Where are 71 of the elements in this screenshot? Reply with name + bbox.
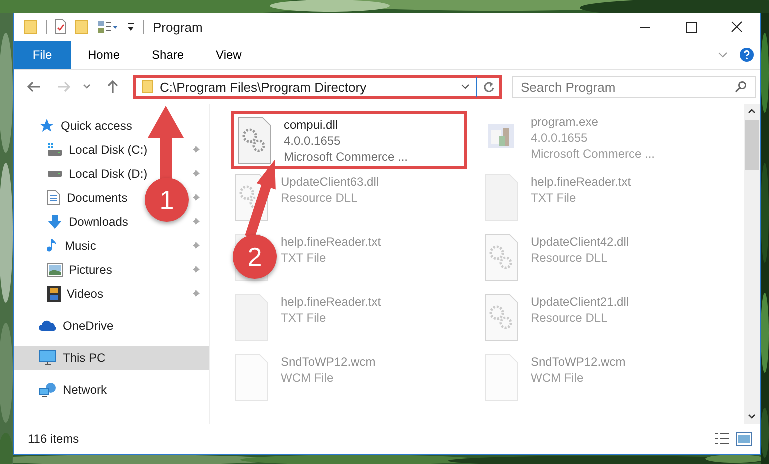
file-detail: Resource DLL bbox=[531, 250, 609, 266]
new-folder-icon[interactable] bbox=[75, 19, 89, 35]
document-icon bbox=[47, 190, 61, 206]
file-detail: 4.0.0.1655 bbox=[284, 133, 342, 149]
ribbon-tab[interactable]: Share bbox=[137, 43, 200, 67]
file-name[interactable]: compui.dll bbox=[284, 117, 408, 133]
view-icon[interactable] bbox=[97, 20, 119, 34]
expand-ribbon-icon[interactable] bbox=[718, 52, 728, 58]
star-icon bbox=[39, 118, 55, 134]
film-icon bbox=[47, 286, 61, 302]
gear-file-icon bbox=[238, 117, 272, 165]
sidebar-item[interactable]: Videos bbox=[47, 286, 104, 302]
sidebar-item[interactable]: Documents bbox=[47, 190, 128, 206]
picture-icon bbox=[47, 263, 63, 277]
sidebar-item[interactable]: This PC bbox=[39, 350, 106, 366]
help-icon[interactable] bbox=[740, 48, 754, 62]
tiles-view-icon[interactable] bbox=[736, 432, 752, 446]
search-icon bbox=[735, 81, 747, 93]
file-detail: TXT File bbox=[281, 310, 328, 326]
scroll-up-icon[interactable] bbox=[748, 109, 756, 114]
properties-icon[interactable] bbox=[55, 19, 67, 35]
network-icon bbox=[39, 382, 57, 398]
drive-icon bbox=[47, 142, 63, 158]
sidebar-item[interactable]: Pictures bbox=[47, 263, 112, 277]
file-detail: TXT File bbox=[281, 250, 328, 266]
dropdown-icon[interactable] bbox=[127, 21, 135, 33]
recent-dropdown-icon[interactable] bbox=[83, 84, 91, 90]
back-arrow-icon[interactable] bbox=[27, 81, 41, 93]
file-detail: Resource DLL bbox=[281, 190, 359, 206]
file-detail: TXT File bbox=[531, 190, 578, 206]
blank-file-icon bbox=[235, 354, 269, 402]
sidebar-item[interactable]: Local Disk (D:) bbox=[47, 167, 148, 181]
ribbon-tab[interactable]: View bbox=[201, 43, 257, 67]
sidebar-item[interactable]: Downloads bbox=[47, 214, 128, 230]
folder-icon bbox=[142, 80, 154, 94]
sidebar-item[interactable]: Quick access bbox=[39, 118, 132, 134]
address-bar[interactable]: C:\Program Files\Program Directory bbox=[133, 75, 502, 99]
window-title: Program bbox=[153, 20, 203, 34]
drive-icon bbox=[47, 170, 63, 178]
sidebar-item[interactable]: Music bbox=[47, 238, 96, 254]
file-detail: Microsoft Commerce ... bbox=[284, 149, 408, 165]
gear-file-icon bbox=[485, 294, 519, 342]
scroll-down-icon[interactable] bbox=[748, 414, 756, 419]
monitor-icon bbox=[39, 350, 57, 366]
sidebar-item[interactable]: Local Disk (C:) bbox=[47, 142, 148, 158]
gear-file-icon bbox=[485, 234, 519, 282]
ribbon-tab[interactable]: Home bbox=[73, 43, 136, 67]
address-path: C:\Program Files\Program Directory bbox=[160, 80, 368, 94]
scrollbar-thumb[interactable] bbox=[745, 120, 759, 170]
up-arrow-icon[interactable] bbox=[107, 80, 119, 94]
file-detail: WCM File bbox=[531, 370, 585, 386]
blank-file-icon bbox=[485, 354, 519, 402]
address-dropdown-icon[interactable] bbox=[461, 84, 470, 90]
cloud-icon bbox=[39, 320, 57, 332]
search-field[interactable]: Search Program bbox=[512, 76, 756, 98]
file-detail: Resource DLL bbox=[531, 310, 609, 326]
music-note-icon bbox=[47, 238, 59, 254]
text-file-icon bbox=[485, 174, 519, 222]
refresh-icon[interactable] bbox=[483, 81, 495, 93]
item-count: 116 items bbox=[28, 432, 80, 446]
file-detail: Microsoft Commerce ... bbox=[531, 146, 656, 162]
sidebar-item[interactable]: Network bbox=[39, 382, 108, 398]
file-detail: WCM File bbox=[281, 370, 335, 386]
sidebar-item[interactable]: OneDrive bbox=[39, 319, 114, 333]
file-button[interactable]: File bbox=[14, 41, 71, 69]
scrollbar[interactable] bbox=[744, 104, 760, 424]
down-arrow-icon bbox=[47, 214, 63, 230]
folder-icon[interactable] bbox=[24, 19, 38, 35]
file-detail: 4.0.0.1655 bbox=[531, 130, 589, 146]
details-view-icon[interactable] bbox=[714, 432, 730, 446]
text-file-icon bbox=[235, 294, 269, 342]
